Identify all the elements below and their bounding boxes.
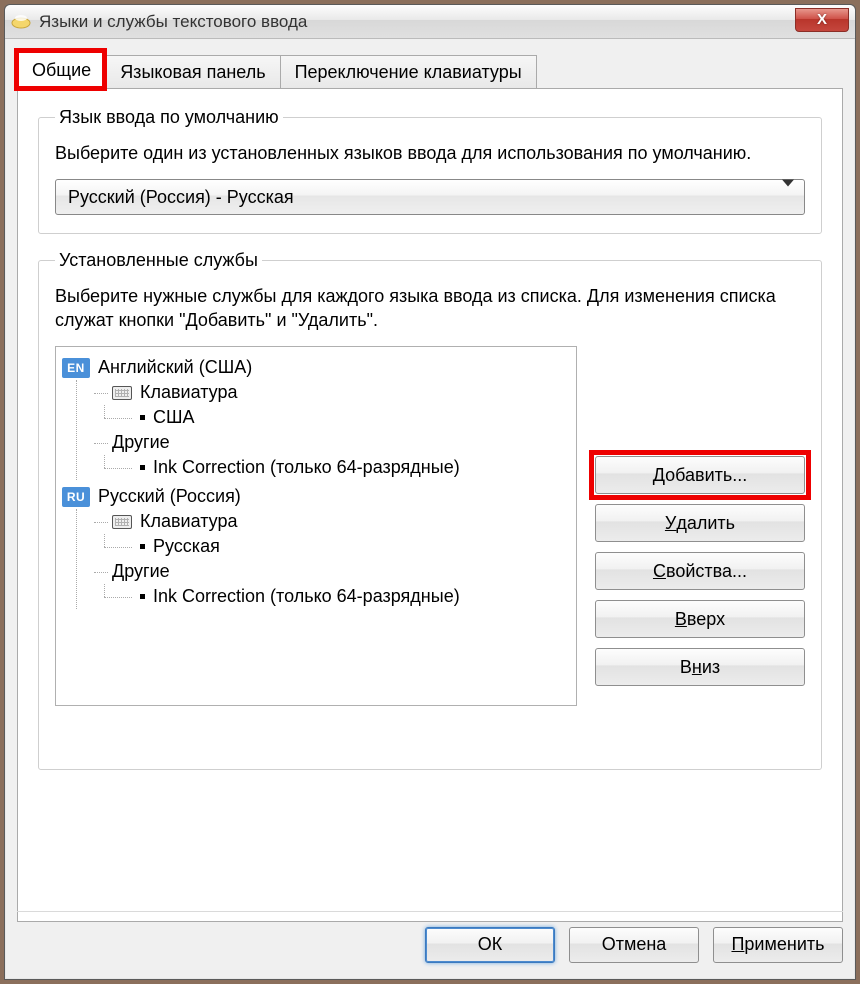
cat-label: Клавиатура xyxy=(140,382,238,403)
default-language-combo[interactable]: Русский (Россия) - Русская xyxy=(55,179,805,215)
lang-badge-en: EN xyxy=(62,358,90,378)
dialog-buttons: ОК Отмена Применить xyxy=(17,911,843,965)
installed-services-desc: Выберите нужные службы для каждого языка… xyxy=(55,285,805,332)
default-language-desc: Выберите один из установленных языков вв… xyxy=(55,142,805,165)
add-button[interactable]: Добавить... xyxy=(595,456,805,494)
tree-cat-other-ru[interactable]: Другие xyxy=(112,559,570,584)
dialog-window: Языки и службы текстового ввода X Общие … xyxy=(4,4,856,980)
tab-general[interactable]: Общие xyxy=(17,51,106,89)
bullet-icon xyxy=(140,465,145,470)
keyboard-icon xyxy=(112,515,132,529)
content-area: Общие Языковая панель Переключение клави… xyxy=(5,39,855,923)
group-default-language: Язык ввода по умолчанию Выберите один из… xyxy=(38,107,822,234)
ok-button-label: ОК xyxy=(478,934,503,955)
tab-panel-general: Язык ввода по умолчанию Выберите один из… xyxy=(17,88,843,922)
down-button-label: из xyxy=(702,657,720,678)
tree-item-label: Ink Correction (только 64-разрядные) xyxy=(153,586,460,607)
remove-button-label: далить xyxy=(676,513,735,534)
cancel-button-label: Отмена xyxy=(602,934,667,955)
bullet-icon xyxy=(140,415,145,420)
lang-name-ru: Русский (Россия) xyxy=(98,486,241,507)
up-button[interactable]: Вверх xyxy=(595,600,805,638)
apply-button[interactable]: Применить xyxy=(713,927,843,963)
cat-label: Другие xyxy=(112,432,170,453)
down-button[interactable]: Вниз xyxy=(595,648,805,686)
default-language-selected: Русский (Россия) - Русская xyxy=(68,187,294,208)
services-buttons: Добавить... Удалить Свойства... Вверх Вн… xyxy=(595,346,805,706)
tree-item[interactable]: Русская xyxy=(94,534,570,559)
window-title: Языки и службы текстового ввода xyxy=(39,12,795,32)
services-tree[interactable]: EN Английский (США) Клавиатура xyxy=(55,346,577,706)
group-installed-services-legend: Установленные службы xyxy=(55,250,262,271)
up-button-label: верх xyxy=(687,609,725,630)
group-installed-services: Установленные службы Выберите нужные слу… xyxy=(38,250,822,770)
tree-cat-keyboard-ru[interactable]: Клавиатура xyxy=(112,509,570,534)
tab-switch-keyboard-label: Переключение клавиатуры xyxy=(295,62,522,83)
properties-button-label: войства... xyxy=(666,561,747,582)
properties-button[interactable]: Свойства... xyxy=(595,552,805,590)
tree-cat-keyboard-en[interactable]: Клавиатура xyxy=(112,380,570,405)
tree-item[interactable]: США xyxy=(94,405,570,430)
apply-button-label: рименить xyxy=(744,934,824,955)
tab-language-bar-label: Языковая панель xyxy=(120,62,265,83)
keyboard-icon xyxy=(112,386,132,400)
tree-item-label: Русская xyxy=(153,536,220,557)
add-button-label: обавить... xyxy=(665,465,747,485)
bullet-icon xyxy=(140,544,145,549)
tree-item[interactable]: Ink Correction (только 64-разрядные) xyxy=(94,584,570,609)
close-icon: X xyxy=(817,11,827,28)
remove-button[interactable]: Удалить xyxy=(595,504,805,542)
tab-switch-keyboard[interactable]: Переключение клавиатуры xyxy=(280,55,537,89)
tab-general-label: Общие xyxy=(32,60,91,81)
close-button[interactable]: X xyxy=(795,8,849,32)
tree-item[interactable]: Ink Correction (только 64-разрядные) xyxy=(94,455,570,480)
tree-item-label: Ink Correction (только 64-разрядные) xyxy=(153,457,460,478)
mnemonic: Д xyxy=(653,465,665,485)
tree-cat-other-en[interactable]: Другие xyxy=(112,430,570,455)
cancel-button[interactable]: Отмена xyxy=(569,927,699,963)
tab-language-bar[interactable]: Языковая панель xyxy=(105,55,280,89)
ok-button[interactable]: ОК xyxy=(425,927,555,963)
cat-label: Другие xyxy=(112,561,170,582)
group-default-language-legend: Язык ввода по умолчанию xyxy=(55,107,283,128)
tree-lang-ru[interactable]: RU Русский (Россия) Клавиатура xyxy=(62,484,570,609)
tree-item-label: США xyxy=(153,407,195,428)
lang-badge-ru: RU xyxy=(62,487,90,507)
tabs: Общие Языковая панель Переключение клави… xyxy=(17,51,843,89)
lang-name-en: Английский (США) xyxy=(98,357,252,378)
app-icon xyxy=(11,12,31,32)
bullet-icon xyxy=(140,594,145,599)
titlebar: Языки и службы текстового ввода X xyxy=(5,5,855,39)
tree-lang-en[interactable]: EN Английский (США) Клавиатура xyxy=(62,355,570,480)
cat-label: Клавиатура xyxy=(140,511,238,532)
chevron-down-icon xyxy=(782,187,794,208)
